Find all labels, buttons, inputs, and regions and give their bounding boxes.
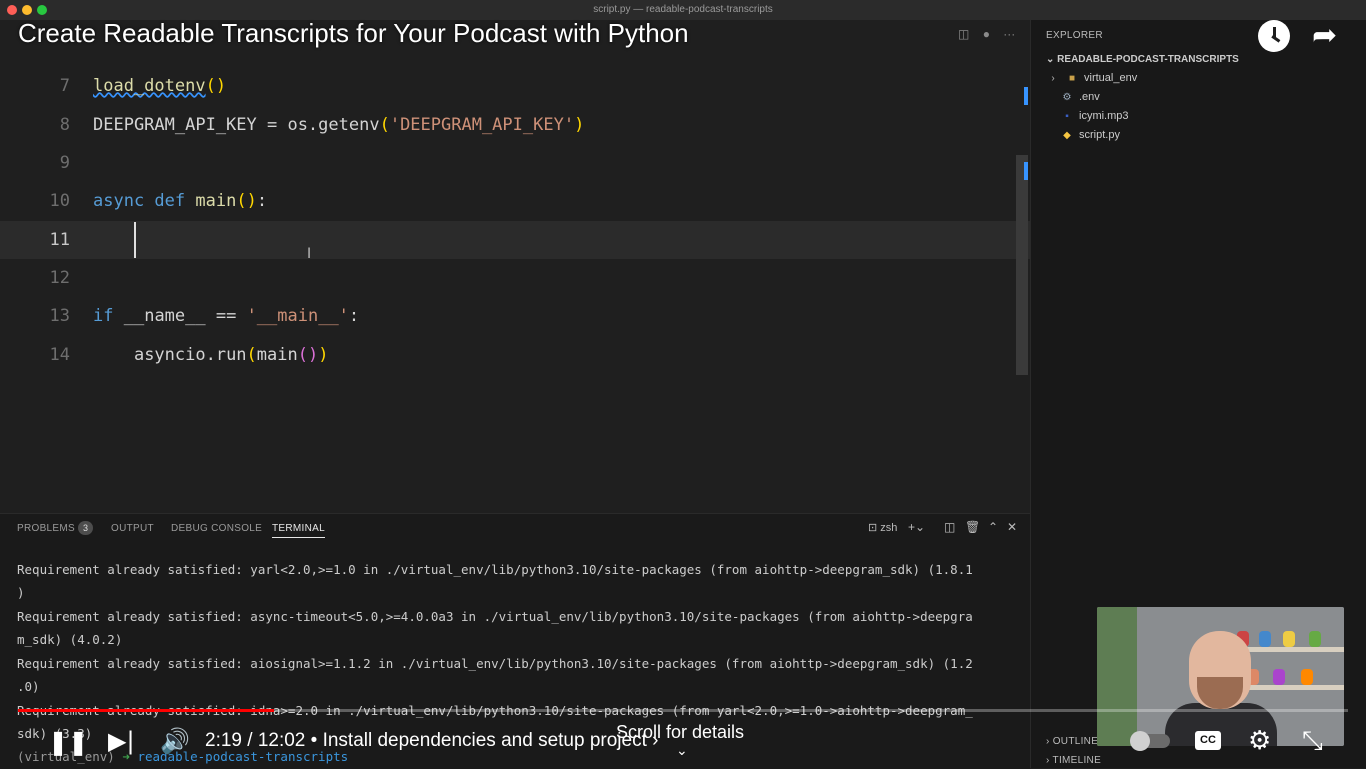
code-line-current[interactable]: 11 — [0, 221, 1030, 259]
text-cursor — [134, 222, 136, 258]
code-line[interactable]: 10 async def main(): — [0, 182, 1030, 220]
problems-count-badge: 3 — [78, 521, 93, 535]
code-token: asyncio.run — [133, 345, 247, 365]
tree-item-script[interactable]: ◆ script.py — [1060, 126, 1120, 144]
code-keyword: if — [93, 306, 114, 326]
close-panel-icon[interactable]: ✕ — [1007, 520, 1017, 534]
tree-item-label: .env — [1079, 91, 1100, 103]
shell-label: zsh — [880, 522, 898, 534]
code-token: main — [195, 191, 237, 211]
line-number: 8 — [59, 115, 70, 135]
workspace-folder[interactable]: ⌄ READABLE-PODCAST-TRANSCRIPTS — [1046, 54, 1239, 65]
code-token: DEEPGRAM_API_KEY = os.getenv — [93, 115, 380, 135]
line-number: 11 — [49, 230, 70, 250]
line-number: 7 — [59, 76, 70, 96]
tree-item-icymi[interactable]: ▪ icymi.mp3 — [1060, 107, 1129, 125]
pause-button[interactable]: ❚❚ — [48, 728, 88, 756]
outline-label: OUTLINE — [1052, 736, 1099, 747]
ibeam-pointer-icon: I — [307, 246, 312, 262]
scroll-for-details[interactable]: Scroll for details — [616, 722, 744, 743]
audio-file-icon: ▪ — [1065, 110, 1069, 122]
explorer-header: EXPLORER — [1046, 30, 1103, 41]
next-video-button[interactable]: ▶| — [108, 727, 135, 755]
time-and-chapter[interactable]: 2:19 / 12:02 • Install dependencies and … — [205, 730, 658, 752]
window-titlebar: script.py — readable-podcast-transcripts — [0, 0, 1366, 20]
folder-label: READABLE-PODCAST-TRANSCRIPTS — [1057, 54, 1239, 65]
tree-item-label: virtual_env — [1084, 72, 1138, 84]
terminal-icon: ⊡ — [868, 522, 878, 534]
share-icon[interactable]: ➦ — [1312, 18, 1337, 53]
code-line[interactable]: 8 DEEPGRAM_API_KEY = os.getenv('DEEPGRAM… — [0, 106, 1030, 144]
code-line[interactable]: 9 — [0, 144, 1030, 182]
maximize-panel-icon[interactable]: ⌃ — [988, 520, 998, 534]
code-token: __name__ == — [123, 306, 247, 326]
terminal-line: Requirement already satisfied: async-tim… — [17, 609, 973, 624]
terminal-line: Requirement already satisfied: yarl<2.0,… — [17, 562, 973, 577]
trash-icon[interactable]: 🗑 — [965, 520, 980, 534]
time-label: 2:19 / 12:02 • Install dependencies and … — [205, 730, 647, 751]
tree-item-label: script.py — [1079, 129, 1120, 141]
split-terminal-icon[interactable]: ◫ — [944, 520, 955, 534]
volume-icon[interactable]: 🔊 — [160, 727, 190, 755]
watch-later-icon[interactable] — [1258, 20, 1290, 52]
code-string: '__main__' — [246, 306, 349, 326]
folder-icon: ■ — [1068, 72, 1076, 84]
timeline-section[interactable]: › TIMELINE — [1046, 755, 1101, 766]
code-string: 'DEEPGRAM_API_KEY' — [389, 115, 575, 135]
terminal-line: m_sdk) (4.0.2) — [17, 632, 123, 647]
editor-scrollbar[interactable] — [1016, 155, 1028, 375]
captions-button[interactable]: CC — [1195, 731, 1221, 750]
tab-debug-console[interactable]: DEBUG CONSOLE — [171, 523, 262, 534]
chevron-down-icon[interactable]: ⌄ — [676, 742, 688, 759]
code-line[interactable]: 7 load_dotenv() — [0, 67, 1030, 105]
exit-fullscreen-icon[interactable]: ⤡ — [1302, 726, 1323, 757]
unsaved-dot-icon: ● — [982, 27, 990, 41]
terminal-line: Requirement already satisfied: aiosignal… — [17, 656, 973, 671]
line-number: 9 — [59, 153, 70, 173]
terminal-line: .0) — [17, 679, 40, 694]
line-number: 12 — [49, 268, 70, 288]
timeline-label: TIMELINE — [1052, 755, 1102, 766]
window-title: script.py — readable-podcast-transcripts — [593, 4, 773, 15]
gear-icon: ⚙ — [1062, 91, 1072, 103]
code-line[interactable]: 13 if __name__ == '__main__': — [0, 297, 1030, 335]
tab-problems[interactable]: PROBLEMS — [17, 523, 75, 534]
code-token: load_dotenv — [93, 76, 206, 96]
line-number: 14 — [49, 345, 70, 365]
new-terminal-icon[interactable]: +⌄ — [908, 520, 925, 534]
code-line[interactable]: 14 asyncio.run(main()) — [0, 336, 1030, 374]
terminal-shell-selector[interactable]: ⊡ zsh — [868, 521, 897, 534]
code-token: main — [256, 345, 298, 365]
tab-terminal[interactable]: TERMINAL — [272, 523, 325, 538]
tree-item-label: icymi.mp3 — [1079, 110, 1129, 122]
code-keyword: async def — [93, 191, 186, 211]
tree-item-env[interactable]: ⚙ .env — [1060, 88, 1100, 106]
split-editor-icon[interactable]: ◫ — [958, 27, 969, 41]
autoplay-toggle[interactable] — [1130, 731, 1170, 751]
line-number: 13 — [49, 306, 70, 326]
outline-section[interactable]: › OUTLINE — [1046, 736, 1098, 747]
editor-actions: ◫ ● ··· — [958, 27, 1015, 41]
terminal-line: ) — [17, 585, 25, 600]
video-title[interactable]: Create Readable Transcripts for Your Pod… — [18, 18, 689, 49]
code-line[interactable]: 12 — [0, 259, 1030, 297]
python-icon: ◆ — [1063, 129, 1071, 141]
tab-output[interactable]: OUTPUT — [111, 523, 154, 534]
autoplay-knob — [1130, 731, 1150, 751]
tree-item-virtual-env[interactable]: › ■ virtual_env — [1046, 69, 1137, 87]
video-progress-fill — [18, 709, 275, 712]
scrollbar-marker — [1024, 162, 1028, 180]
more-actions-icon[interactable]: ··· — [1003, 27, 1015, 41]
line-number: 10 — [49, 191, 70, 211]
gear-icon[interactable]: ⚙ — [1248, 726, 1271, 756]
scrollbar-marker — [1024, 87, 1028, 105]
